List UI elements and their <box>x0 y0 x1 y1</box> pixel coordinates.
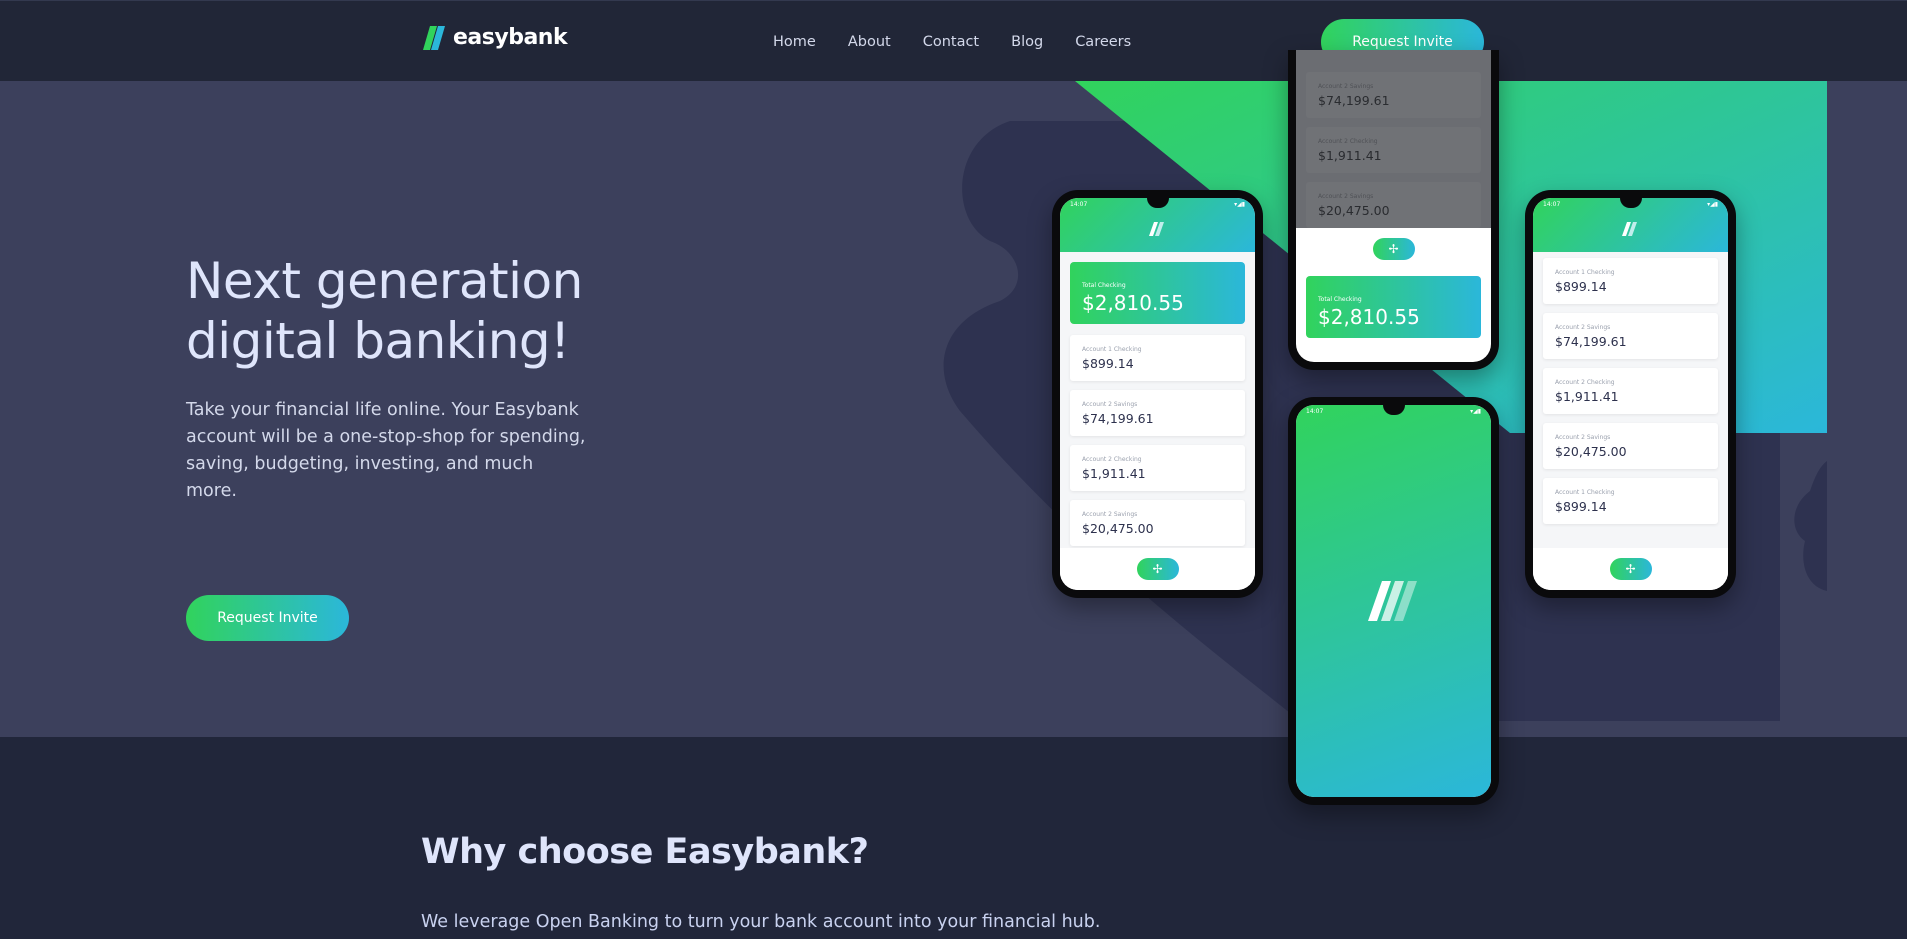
nav-about-link[interactable]: About <box>848 34 891 50</box>
account-card: Account 1 Checking $899.14 <box>1070 335 1245 381</box>
account-card: Account 2 Savings $74,199.61 <box>1070 390 1245 436</box>
hero-title: Next generation digital banking! <box>186 251 583 371</box>
splash-screen <box>1296 405 1491 797</box>
phone-mockup-left: 14:07 ▾◢▮ Total Checking $2,810.55 Accou… <box>1052 190 1263 598</box>
phone-mockup-right: 14:07 ▾◢▮ Account 1 Checking $899.14 Acc… <box>1525 190 1736 598</box>
phone-screen: 14:07 ▾◢▮ Total Checking $2,810.55 Accou… <box>1060 198 1255 590</box>
phone-screen: Account 2 Savings $74,199.61 Account 2 C… <box>1296 50 1491 362</box>
easybank-logo-icon <box>1148 222 1164 236</box>
app-footer: ✢ <box>1533 548 1728 590</box>
why-section-description: We leverage Open Banking to turn your ba… <box>421 912 1101 932</box>
account-card: Account 2 Checking $1,911.41 <box>1306 127 1481 173</box>
wifi-icon: ▾◢▮ <box>1470 408 1481 415</box>
nav-blog-link[interactable]: Blog <box>1011 34 1043 50</box>
site-header: easybank Home About Contact Blog Careers… <box>0 0 1907 81</box>
hero-title-line1: Next generation <box>186 252 583 310</box>
easybank-logo-icon <box>1621 222 1637 236</box>
total-checking-card: Total Checking $2,810.55 <box>1070 262 1245 324</box>
wifi-icon: ▾◢▮ <box>1234 201 1245 208</box>
nav-careers-link[interactable]: Careers <box>1075 34 1131 50</box>
hero-description: Take your financial life online. Your Ea… <box>186 400 586 501</box>
phone-screen: 14:07 ▾◢▮ <box>1296 405 1491 797</box>
account-card: Account 2 Savings $20,475.00 <box>1543 423 1718 469</box>
dimmed-list: Account 2 Savings $74,199.61 Account 2 C… <box>1296 50 1491 228</box>
phone-mockup-splash: 14:07 ▾◢▮ <box>1288 397 1499 805</box>
account-card: Account 1 Checking $899.14 <box>1543 258 1718 304</box>
hero-title-line2: digital banking! <box>186 312 570 370</box>
easybank-logo-icon <box>423 25 445 50</box>
nav-contact-link[interactable]: Contact <box>923 34 979 50</box>
phone-screen: 14:07 ▾◢▮ Account 1 Checking $899.14 Acc… <box>1533 198 1728 590</box>
add-icon[interactable]: ✢ <box>1609 558 1652 580</box>
account-card: Account 1 Checking $899.14 <box>1543 478 1718 524</box>
battery-icon: ▾◢▮ <box>1707 201 1718 208</box>
account-card: Account 2 Savings $74,199.61 <box>1543 313 1718 359</box>
status-time: 14:07 <box>1070 201 1088 208</box>
app-footer: ✢ <box>1060 548 1255 590</box>
phone-mockup-top: Account 2 Savings $74,199.61 Account 2 C… <box>1288 50 1499 370</box>
nav-home-link[interactable]: Home <box>773 34 816 50</box>
status-time: 14:07 <box>1543 201 1561 208</box>
main-nav: Home About Contact Blog Careers <box>773 34 1163 50</box>
account-card: Account 2 Savings $20,475.00 <box>1306 182 1481 228</box>
easybank-logo-icon <box>1367 581 1417 621</box>
add-icon[interactable]: ✢ <box>1372 238 1415 260</box>
brand-name: easybank <box>453 25 568 50</box>
why-section-title: Why choose Easybank? <box>421 832 869 872</box>
account-card: Account 2 Checking $1,911.41 <box>1543 368 1718 414</box>
add-icon[interactable]: ✢ <box>1136 558 1179 580</box>
brand-logo[interactable]: easybank <box>421 25 568 50</box>
account-card: Account 2 Savings $20,475.00 <box>1070 500 1245 546</box>
hero-request-invite-button[interactable]: Request Invite <box>186 595 349 641</box>
status-time: 14:07 <box>1306 408 1324 415</box>
account-card: Account 2 Checking $1,911.41 <box>1070 445 1245 491</box>
account-card: Account 2 Savings $74,199.61 <box>1306 72 1481 118</box>
total-checking-card: Total Checking $2,810.55 <box>1306 276 1481 338</box>
